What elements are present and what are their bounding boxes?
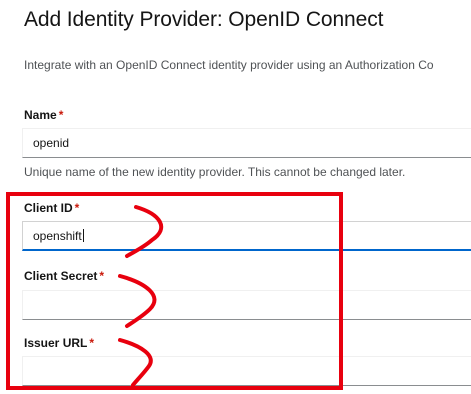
issuer-url-input[interactable] xyxy=(22,356,471,386)
page-description: Integrate with an OpenID Connect identit… xyxy=(24,58,434,72)
client-secret-required-marker: * xyxy=(99,269,105,283)
client-id-label-text: Client ID xyxy=(24,201,73,215)
name-input-value: openid xyxy=(33,136,70,150)
name-input[interactable]: openid xyxy=(22,128,471,158)
client-id-input[interactable]: openshift xyxy=(22,221,471,251)
client-id-input-value: openshift xyxy=(33,229,82,243)
page-title: Add Identity Provider: OpenID Connect xyxy=(24,8,384,31)
issuer-url-required-marker: * xyxy=(89,336,95,350)
client-secret-input[interactable] xyxy=(22,290,471,320)
name-field-label: Name * xyxy=(24,108,63,122)
text-cursor xyxy=(82,229,84,242)
name-label-text: Name xyxy=(24,108,57,122)
issuer-url-label-text: Issuer URL xyxy=(24,336,88,350)
client-secret-label-text: Client Secret xyxy=(24,269,98,283)
client-id-required-marker: * xyxy=(74,201,80,215)
issuer-url-field-label: Issuer URL * xyxy=(24,336,94,350)
name-helper-text: Unique name of the new identity provider… xyxy=(24,165,406,179)
name-required-marker: * xyxy=(58,108,64,122)
client-secret-field-label: Client Secret * xyxy=(24,269,104,283)
client-id-field-label: Client ID * xyxy=(24,201,79,215)
